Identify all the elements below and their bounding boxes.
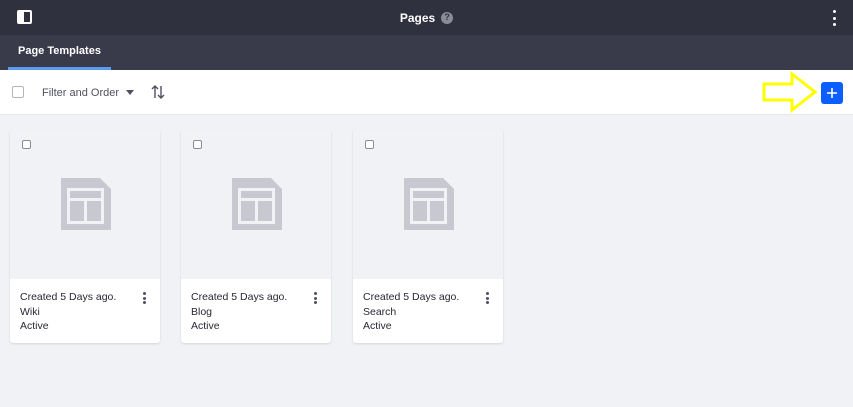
card-checkbox[interactable] <box>365 140 374 149</box>
card-actions-icon[interactable] <box>485 292 489 304</box>
card-body: Created 5 Days ago. Search Active <box>363 290 493 334</box>
page-template-icon <box>404 178 454 230</box>
card-actions-icon[interactable] <box>313 292 317 304</box>
card-created: Created 5 Days ago. <box>363 291 460 303</box>
management-toolbar: Filter and Order <box>0 70 853 115</box>
card-title[interactable]: Search <box>363 305 493 320</box>
card-body: Created 5 Days ago. Wiki Active <box>20 290 150 334</box>
page-template-icon <box>232 178 282 230</box>
card-thumbnail <box>353 129 503 279</box>
card-checkbox[interactable] <box>193 140 202 149</box>
template-card-blog[interactable]: Created 5 Days ago. Blog Active <box>181 129 331 343</box>
caret-down-icon <box>126 90 135 95</box>
card-created: Created 5 Days ago. <box>191 291 288 303</box>
card-body: Created 5 Days ago. Blog Active <box>191 290 321 334</box>
header-title-group: Pages ? <box>0 0 853 35</box>
plus-icon <box>827 88 837 98</box>
order-arrows-icon[interactable] <box>151 84 165 100</box>
page-template-icon <box>61 178 111 230</box>
control-menu: Pages ? <box>0 0 853 35</box>
page-title: Pages <box>399 10 436 25</box>
card-title[interactable]: Wiki <box>20 305 150 320</box>
help-icon[interactable]: ? <box>441 11 454 24</box>
template-card-search[interactable]: Created 5 Days ago. Search Active <box>353 129 503 343</box>
template-card-wiki[interactable]: Created 5 Days ago. Wiki Active <box>10 129 160 343</box>
filter-and-order-label: Filter and Order <box>42 86 120 99</box>
card-status: Active <box>20 320 49 332</box>
navigation-bar: Page Templates <box>0 35 853 70</box>
card-thumbnail <box>181 129 331 279</box>
annotation-arrow-icon <box>762 71 818 113</box>
select-all-checkbox[interactable] <box>12 86 24 98</box>
card-status: Active <box>363 320 392 332</box>
card-created: Created 5 Days ago. <box>20 291 117 303</box>
card-thumbnail <box>10 129 160 279</box>
add-button[interactable] <box>821 82 843 104</box>
options-menu-icon[interactable] <box>830 10 838 26</box>
tab-page-templates[interactable]: Page Templates <box>8 35 111 70</box>
filter-and-order-dropdown[interactable]: Filter and Order <box>42 70 135 115</box>
card-checkbox[interactable] <box>22 140 31 149</box>
card-title[interactable]: Blog <box>191 305 321 320</box>
card-actions-icon[interactable] <box>142 292 146 304</box>
card-status: Active <box>191 320 220 332</box>
